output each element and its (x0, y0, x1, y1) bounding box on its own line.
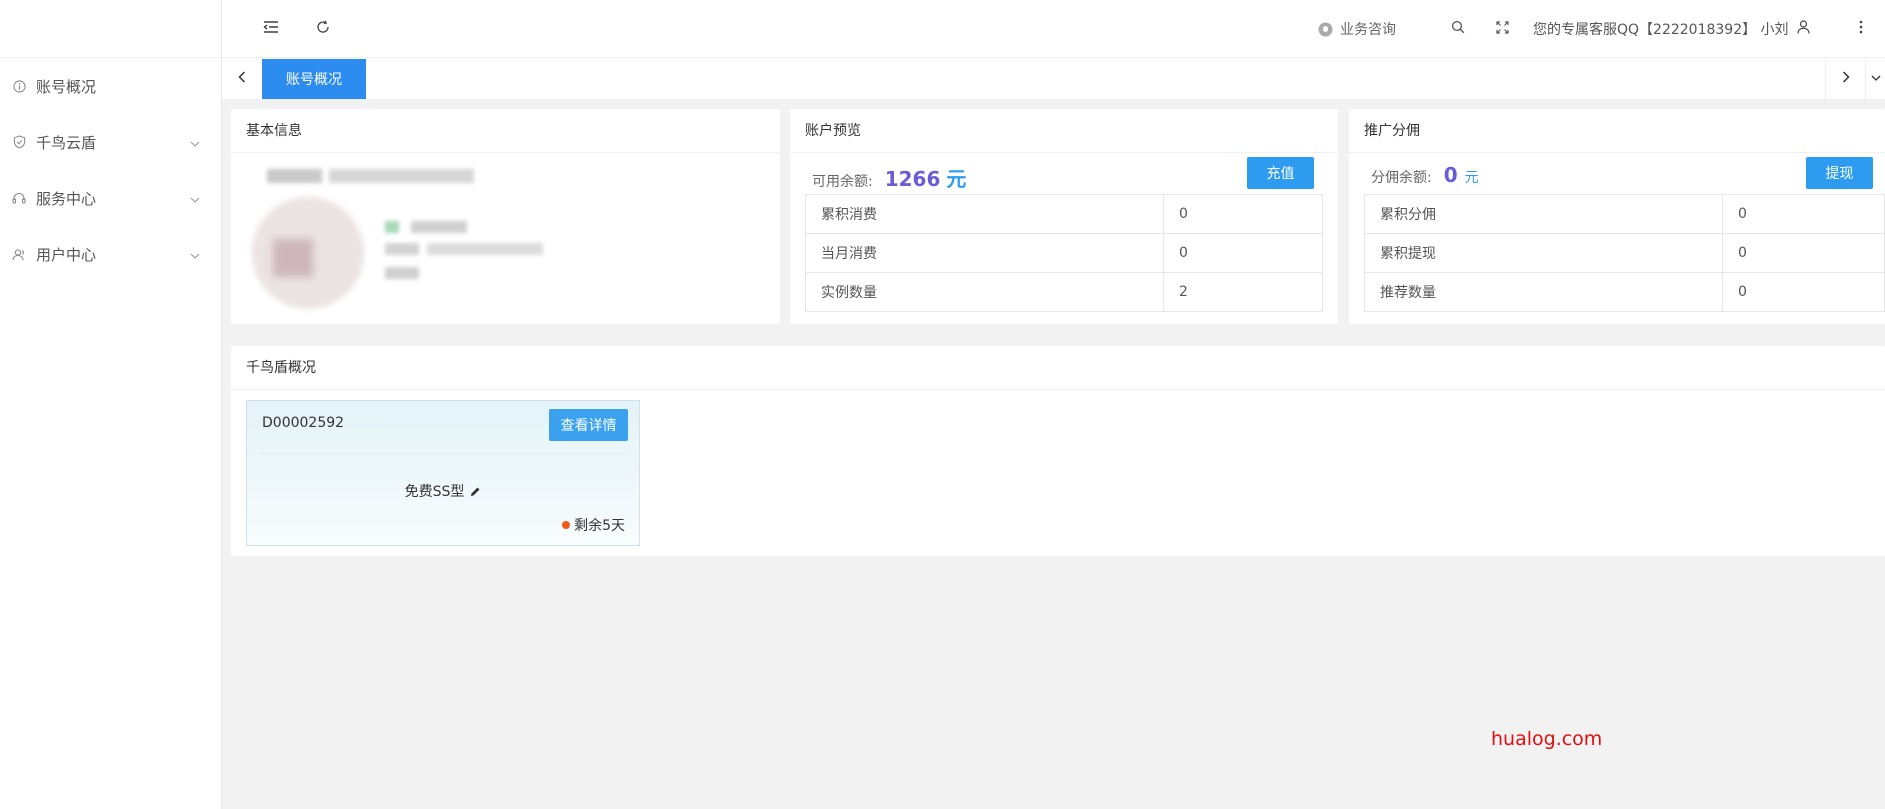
promotion-title: 推广分佣 (1349, 109, 1885, 153)
basic-info-title: 基本信息 (231, 109, 780, 153)
watermark-text: hualog.com (1491, 728, 1603, 750)
fullscreen-button[interactable] (1487, 14, 1517, 44)
tab-account-overview[interactable]: 账号概况 (262, 59, 366, 99)
info-circle-icon (12, 79, 26, 93)
sidebar-item-account-overview[interactable]: 账号概况 (0, 58, 221, 114)
tab-scroll-right-button[interactable] (1825, 58, 1865, 99)
chevron-down-icon (189, 192, 201, 204)
table-cell-value: 2 (1163, 272, 1323, 312)
table-row: 累积消费 0 (805, 194, 1323, 234)
sidebar-item-label: 千鸟云盾 (36, 133, 97, 152)
sidebar-item-label: 用户中心 (36, 245, 97, 264)
table-cell-label: 累积消费 (805, 194, 1164, 234)
refresh-icon (316, 20, 330, 38)
chat-bubble-icon (1318, 22, 1333, 37)
table-cell-value: 0 (1722, 233, 1885, 273)
remaining-days-status: 剩余5天 (562, 515, 625, 535)
shield-check-icon (12, 135, 26, 149)
shield-instance-card: D00002592 查看详情 免费SS型 剩余5天 (246, 400, 640, 546)
table-cell-label: 累积提现 (1364, 233, 1723, 273)
table-row: 累积提现 0 (1364, 233, 1885, 273)
chevron-right-icon (1841, 70, 1851, 88)
view-details-button[interactable]: 查看详情 (549, 409, 628, 441)
table-cell-label: 累积分佣 (1364, 194, 1723, 234)
commission-balance-value: 0 (1443, 163, 1458, 187)
commission-balance-unit: 元 (1464, 170, 1479, 186)
menu-fold-icon (263, 20, 279, 38)
table-row: 推荐数量 0 (1364, 272, 1885, 312)
account-preview-card: 账户预览 可用余额: 1266 元 充值 累积消费 0 当月消费 0 实例数量 … (790, 109, 1338, 324)
available-balance-value: 1266 (884, 167, 941, 191)
sidebar-item-user-center[interactable]: 用户中心 (0, 226, 221, 282)
table-row: 实例数量 2 (805, 272, 1323, 312)
table-row: 当月消费 0 (805, 233, 1323, 273)
chevron-down-icon (189, 136, 201, 148)
tab-bar: 账号概况 (222, 58, 1885, 100)
available-balance-label: 可用余额: (812, 174, 873, 190)
table-cell-value: 0 (1722, 272, 1885, 312)
account-preview-title: 账户预览 (790, 109, 1338, 153)
business-consult-label: 业务咨询 (1340, 22, 1396, 38)
table-row: 累积分佣 0 (1364, 194, 1885, 234)
logo-area (0, 0, 221, 58)
menu-toggle-button[interactable] (256, 14, 286, 44)
edit-pencil-icon[interactable] (470, 486, 481, 497)
user-icon (1796, 20, 1810, 38)
user-group-icon (12, 247, 26, 261)
available-balance: 可用余额: 1266 元 (812, 163, 966, 192)
status-dot (562, 521, 571, 529)
withdraw-button[interactable]: 提现 (1806, 157, 1873, 189)
more-vertical-icon (1859, 20, 1863, 38)
commission-balance-label: 分佣余额: (1371, 170, 1432, 186)
instance-plan: 免费SS型 (247, 481, 639, 501)
fullscreen-icon (1495, 20, 1509, 38)
table-cell-label: 当月消费 (805, 233, 1164, 273)
tab-scroll-left-button[interactable] (222, 58, 262, 99)
table-cell-value: 0 (1163, 233, 1323, 273)
chevron-left-icon (237, 70, 247, 88)
table-cell-value: 0 (1163, 194, 1323, 234)
remaining-days-label: 剩余5天 (574, 518, 625, 534)
available-balance-unit: 元 (946, 167, 967, 191)
promotion-card: 推广分佣 分佣余额: 0 元 提现 累积分佣 0 累积提现 0 推荐数量 0 (1349, 109, 1885, 324)
chevron-down-icon (1871, 71, 1881, 87)
shield-overview-title: 千鸟盾概况 (231, 346, 1885, 390)
promotion-stats-table: 累积分佣 0 累积提现 0 推荐数量 0 (1364, 194, 1885, 312)
instance-plan-label: 免费SS型 (404, 484, 465, 500)
more-menu-button[interactable] (1846, 14, 1876, 44)
headset-icon (12, 191, 26, 205)
exclusive-service-text: 您的专属客服QQ【2222018392】 小刘 (1533, 22, 1789, 38)
business-consult-link[interactable]: 业务咨询 (1318, 0, 1396, 58)
search-icon (1451, 20, 1465, 38)
sidebar: 账号概况 千鸟云盾 服务中心 用户中心 (0, 0, 222, 809)
tab-options-button[interactable] (1865, 58, 1885, 99)
recharge-button[interactable]: 充值 (1247, 157, 1314, 189)
account-stats-table: 累积消费 0 当月消费 0 实例数量 2 (805, 194, 1323, 312)
divider (260, 453, 626, 454)
commission-balance: 分佣余额: 0 元 (1371, 163, 1479, 187)
sidebar-item-label: 服务中心 (36, 189, 97, 208)
refresh-button[interactable] (308, 14, 338, 44)
instance-id: D00002592 (262, 415, 345, 431)
chevron-down-icon (189, 248, 201, 260)
table-cell-value: 0 (1722, 194, 1885, 234)
sidebar-item-label: 账号概况 (36, 77, 97, 96)
table-cell-label: 推荐数量 (1364, 272, 1723, 312)
basic-info-card: 基本信息 (231, 109, 780, 324)
table-cell-label: 实例数量 (805, 272, 1164, 312)
search-button[interactable] (1443, 14, 1473, 44)
sidebar-item-qianniao-shield[interactable]: 千鸟云盾 (0, 114, 221, 170)
user-profile-button[interactable] (1788, 14, 1818, 44)
top-header: 业务咨询 您的专属客服QQ【2222018392】 小刘 (222, 0, 1885, 58)
sidebar-item-service-center[interactable]: 服务中心 (0, 170, 221, 226)
